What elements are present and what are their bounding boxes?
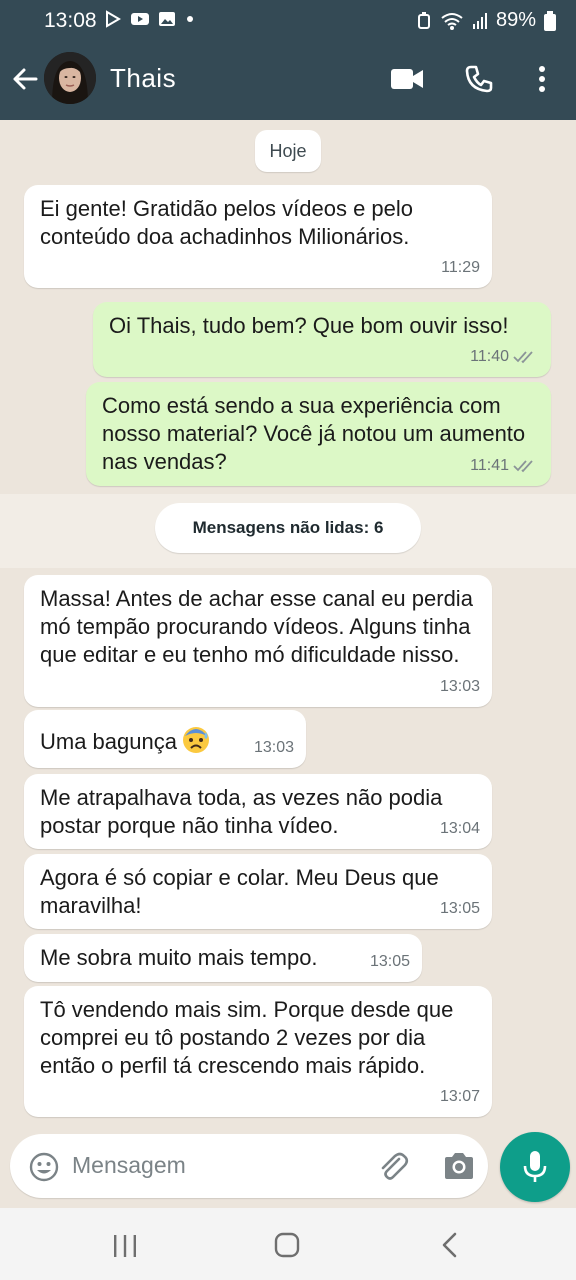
message-outgoing[interactable]: Como está sendo a sua experiência com no… [86,382,551,486]
signal-icon [472,12,487,29]
message-text: Ei gente! Gratidão pelos vídeos e pelo c… [40,196,414,249]
double-check-icon [513,351,533,364]
alarm-icon [417,11,430,29]
play-store-icon [106,10,121,28]
avatar[interactable] [44,52,96,104]
video-call-icon[interactable] [390,66,424,92]
message-meta: 13:03 [440,673,480,701]
notification-icons [104,10,196,28]
message-time: 11:40 [470,348,509,365]
message-text: Uma bagunça [40,729,177,754]
message-incoming[interactable]: Agora é só copiar e colar. Meu Deus que … [24,854,492,929]
message-meta: 11:40 [470,343,539,371]
system-nav-bar [0,1208,576,1280]
dot-icon [187,16,193,22]
battery-percent: 89% [495,9,536,31]
message-meta: 13:03 [254,734,294,762]
camera-icon[interactable] [442,1151,476,1181]
message-time: 13:03 [439,678,480,695]
phone-icon[interactable] [464,64,494,94]
home-icon[interactable] [274,1232,300,1258]
message-outgoing[interactable]: Oi Thais, tudo bem? Que bom ouvir isso! … [93,302,551,377]
image-icon [159,12,175,26]
message-incoming[interactable]: Tô vendendo mais sim. Porque desde que c… [24,986,492,1117]
status-time: 13:08 [44,9,97,32]
microphone-icon [523,1151,547,1182]
arrow-left-icon[interactable] [10,64,40,94]
message-text: Me atrapalhava toda, as vezes não podia … [40,785,443,838]
message-text: Agora é só copiar e colar. Meu Deus que … [40,865,439,918]
message-incoming[interactable]: Uma bagunça 13:03 [24,710,306,768]
message-text: Oi Thais, tudo bem? Que bom ouvir isso! [109,313,509,338]
mic-button[interactable] [500,1132,570,1202]
wifi-icon [441,12,463,30]
unread-divider: Mensagens não lidas: 6 [155,503,421,553]
chat-header: Thais [0,42,576,120]
message-time: 13:05 [439,900,480,917]
message-time: 13:04 [439,820,480,837]
message-incoming[interactable]: Ei gente! Gratidão pelos vídeos e pelo c… [24,185,492,288]
message-meta: 13:05 [370,948,410,976]
emoji-icon[interactable] [28,1151,60,1183]
message-time: 13:07 [439,1088,480,1105]
recent-apps-icon[interactable] [112,1234,138,1258]
message-meta: 13:04 [440,815,480,843]
contact-name[interactable]: Thais [110,63,176,94]
message-placeholder: Mensagem [72,1152,186,1178]
message-text: Me sobra muito mais tempo. [40,945,318,970]
message-time: 13:03 [253,739,294,756]
message-meta: 11:29 [441,254,480,282]
message-incoming[interactable]: Massa! Antes de achar esse canal eu perd… [24,575,492,707]
system-icons: 89% [416,9,556,32]
chat-area[interactable]: Hoje Ei gente! Gratidão pelos vídeos e p… [0,120,576,1132]
message-meta: 13:05 [440,895,480,923]
message-incoming[interactable]: Me sobra muito mais tempo. 13:05 [24,934,422,982]
paperclip-icon[interactable] [376,1150,410,1184]
status-bar: 13:08 89% [0,0,576,42]
message-input[interactable]: Mensagem [10,1134,488,1198]
avatar-image [44,52,96,104]
anxious-sweat-face-emoji [182,727,209,753]
message-incoming[interactable]: Me atrapalhava toda, as vezes não podia … [24,774,492,849]
date-divider: Hoje [255,130,321,172]
message-time: 13:05 [369,953,410,970]
message-text: Tô vendendo mais sim. Porque desde que c… [40,997,454,1078]
nav-back-icon[interactable] [440,1232,460,1258]
youtube-icon [131,13,149,25]
more-vert-icon[interactable] [532,64,552,94]
double-check-icon [513,460,533,473]
battery-icon [544,10,556,31]
message-text: Massa! Antes de achar esse canal eu perd… [40,586,473,667]
message-meta: 11:41 [470,452,539,480]
message-time: 11:41 [470,457,509,474]
message-time: 11:29 [441,259,480,276]
message-meta: 13:07 [440,1083,480,1111]
composer: Mensagem [0,1132,576,1208]
